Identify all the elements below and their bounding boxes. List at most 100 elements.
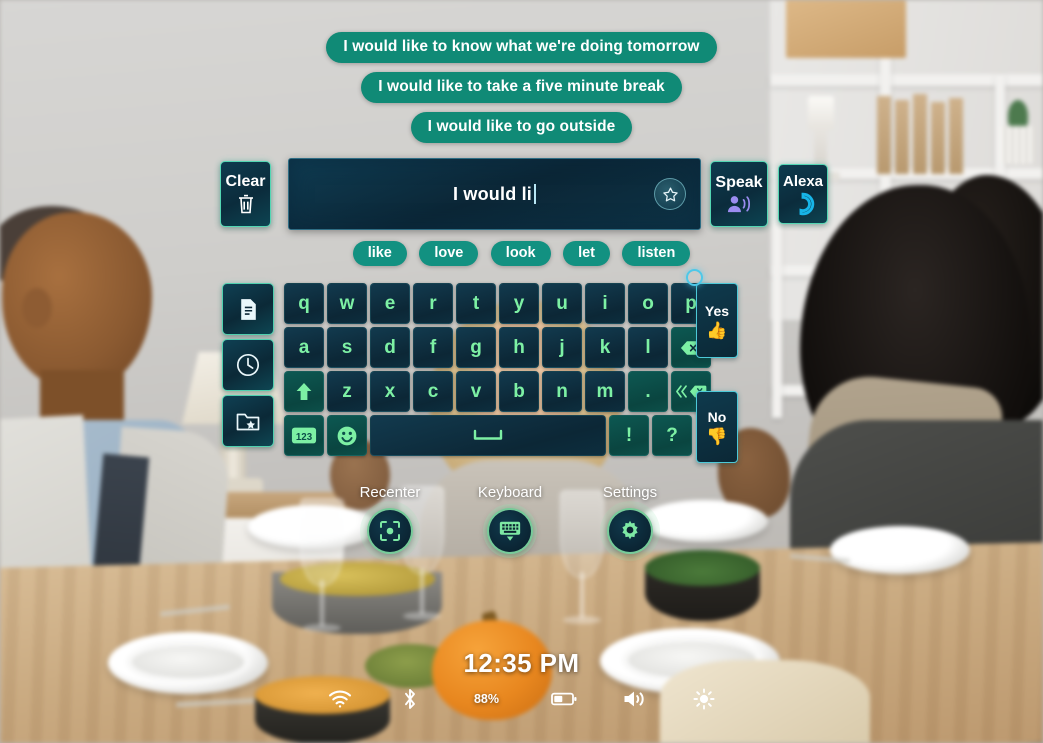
text-caret (534, 184, 536, 204)
key-e[interactable]: e (370, 283, 410, 324)
dock-item-keyboard[interactable]: Keyboard (450, 484, 570, 554)
yes-label: Yes (704, 302, 730, 319)
numbers-icon: 123 (291, 426, 317, 445)
keyboard-row-2: a s d f g h j k l (284, 327, 711, 368)
word-chip-love[interactable]: love (419, 241, 479, 266)
ar-assistive-communication-overlay: I would like to know what we're doing to… (0, 0, 1043, 743)
word-chip-like[interactable]: like (352, 241, 407, 266)
left-tool-rail (222, 283, 274, 451)
key-t[interactable]: t (456, 283, 496, 324)
key-s[interactable]: s (327, 327, 367, 368)
composer-bar: Clear I would li Speak Alexa (220, 158, 840, 230)
word-chip-let[interactable]: let (563, 241, 610, 266)
folder-star-icon (235, 409, 261, 433)
svg-text:123: 123 (296, 432, 313, 443)
speak-button[interactable]: Speak (710, 161, 768, 227)
key-emoji[interactable] (327, 415, 367, 456)
key-o[interactable]: o (628, 283, 668, 324)
key-r[interactable]: r (413, 283, 453, 324)
no-button[interactable]: No 👎 (696, 391, 738, 463)
on-screen-keyboard: q w e r t y u i o p a s d f g h j k l z … (284, 283, 711, 459)
shift-icon (295, 382, 313, 401)
recenter-button[interactable] (367, 508, 413, 554)
settings-button[interactable] (607, 508, 653, 554)
key-w[interactable]: w (327, 283, 367, 324)
alexa-ring-icon (791, 192, 815, 216)
word-suggestions: like love look let listen (0, 241, 1043, 266)
key-shift[interactable] (284, 371, 324, 412)
key-j[interactable]: j (542, 327, 582, 368)
person-speaking-icon (726, 194, 752, 214)
favorite-button[interactable] (654, 178, 686, 210)
key-u[interactable]: u (542, 283, 582, 324)
key-c[interactable]: c (413, 371, 453, 412)
settings-label: Settings (602, 484, 658, 501)
phrase-chip[interactable]: I would like to know what we're doing to… (326, 32, 717, 63)
clear-button[interactable]: Clear (220, 161, 271, 227)
key-f[interactable]: f (413, 327, 453, 368)
phrase-suggestions: I would like to know what we're doing to… (0, 32, 1043, 152)
speak-label: Speak (715, 174, 763, 191)
dock-item-recenter[interactable]: Recenter (330, 484, 450, 554)
key-d[interactable]: d (370, 327, 410, 368)
clock-time: 12:35 PM (463, 648, 580, 678)
phrase-chip[interactable]: I would like to go outside (410, 112, 633, 143)
recenter-label: Recenter (359, 484, 421, 501)
key-b[interactable]: b (499, 371, 539, 412)
key-g[interactable]: g (456, 327, 496, 368)
battery-percent: 88% (473, 692, 500, 706)
word-chip-listen[interactable]: listen (622, 241, 691, 266)
yes-no-panel: Yes 👍 No 👎 (696, 283, 738, 463)
thumbs-down-icon: 👎 (706, 427, 728, 446)
key-k[interactable]: k (585, 327, 625, 368)
text-input-field[interactable]: I would li (288, 158, 701, 230)
phrase-chip[interactable]: I would like to take a five minute break (361, 72, 682, 103)
key-period[interactable]: . (628, 371, 668, 412)
key-m[interactable]: m (585, 371, 625, 412)
keyboard-row-4: 123 ! ? (284, 415, 711, 456)
volume-icon[interactable] (621, 687, 647, 711)
dock-item-settings[interactable]: Settings (570, 484, 690, 554)
no-label: No (707, 409, 727, 425)
star-icon (662, 186, 679, 203)
trash-icon (236, 193, 256, 215)
status-bar: 12:35 PM 88% (0, 648, 1043, 711)
document-icon (237, 297, 260, 322)
gear-icon (618, 519, 642, 543)
gaze-cursor (686, 269, 703, 286)
key-l[interactable]: l (628, 327, 668, 368)
keyboard-icon (497, 519, 523, 543)
keyboard-label: Keyboard (477, 484, 543, 501)
key-x[interactable]: x (370, 371, 410, 412)
thumbs-up-icon: 👍 (706, 320, 728, 340)
brightness-icon[interactable] (691, 687, 717, 711)
key-question[interactable]: ? (652, 415, 692, 456)
key-n[interactable]: n (542, 371, 582, 412)
wifi-icon[interactable] (327, 687, 353, 711)
space-icon (473, 429, 503, 442)
text-input-value: I would li (453, 183, 532, 204)
key-i[interactable]: i (585, 283, 625, 324)
sidebar-item-recent[interactable] (222, 339, 274, 391)
keyboard-button[interactable] (487, 508, 533, 554)
bottom-dock: Recenter Keyboard Settings (330, 484, 690, 576)
key-z[interactable]: z (327, 371, 367, 412)
sidebar-item-favorites[interactable] (222, 395, 274, 447)
alexa-label: Alexa (782, 172, 824, 190)
key-q[interactable]: q (284, 283, 324, 324)
alexa-button[interactable]: Alexa (778, 164, 828, 224)
sidebar-item-documents[interactable] (222, 283, 274, 335)
bluetooth-icon[interactable] (397, 687, 423, 711)
key-y[interactable]: y (499, 283, 539, 324)
yes-button[interactable]: Yes 👍 (696, 283, 738, 358)
key-v[interactable]: v (456, 371, 496, 412)
clear-label: Clear (225, 173, 266, 190)
key-space[interactable] (370, 415, 606, 456)
key-numbers[interactable]: 123 (284, 415, 324, 456)
battery-icon[interactable] (550, 687, 577, 711)
key-h[interactable]: h (499, 327, 539, 368)
clock-icon (235, 352, 261, 378)
key-a[interactable]: a (284, 327, 324, 368)
word-chip-look[interactable]: look (490, 241, 551, 266)
key-exclamation[interactable]: ! (609, 415, 649, 456)
